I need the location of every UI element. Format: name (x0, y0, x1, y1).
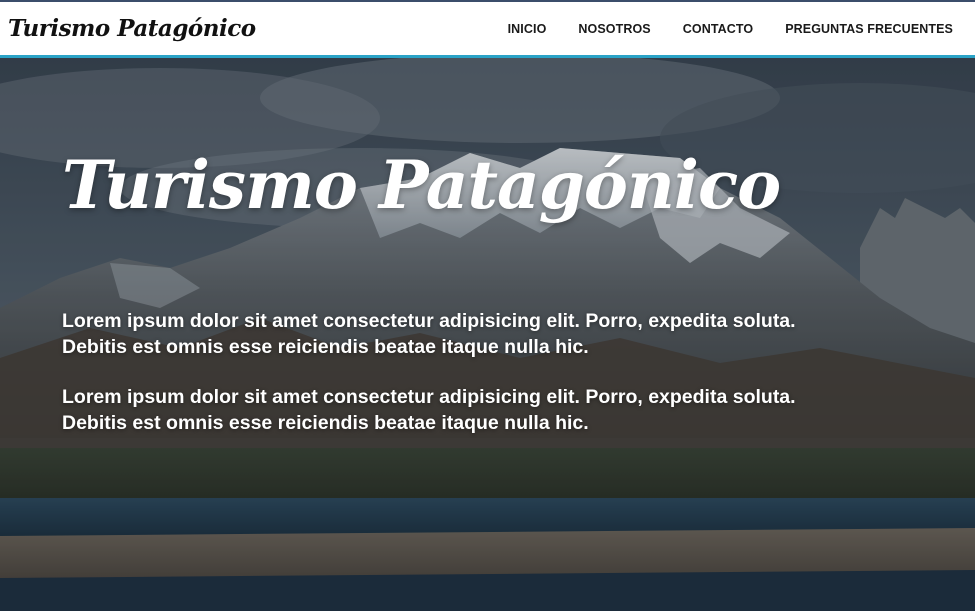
main-nav: INICIO NOSOTROS CONTACTO PREGUNTAS FRECU… (476, 22, 953, 36)
hero-section: Turismo Patagónico Lorem ipsum dolor sit… (0, 58, 975, 611)
hero-paragraph-2: Lorem ipsum dolor sit amet consectetur a… (62, 386, 796, 434)
nav-link-inicio[interactable]: INICIO (508, 22, 547, 36)
nav-link-preguntas-frecuentes[interactable]: PREGUNTAS FRECUENTES (785, 22, 953, 36)
hero-paragraph-1: Lorem ipsum dolor sit amet consectetur a… (62, 310, 796, 358)
brand-logo[interactable]: Turismo Patagónico (8, 15, 256, 42)
hero-title: Turismo Patagónico (62, 146, 781, 224)
nav-link-nosotros[interactable]: NOSOTROS (578, 22, 650, 36)
site-header: Turismo Patagónico INICIO NOSOTROS CONTA… (0, 0, 975, 58)
nav-link-contacto[interactable]: CONTACTO (683, 22, 753, 36)
